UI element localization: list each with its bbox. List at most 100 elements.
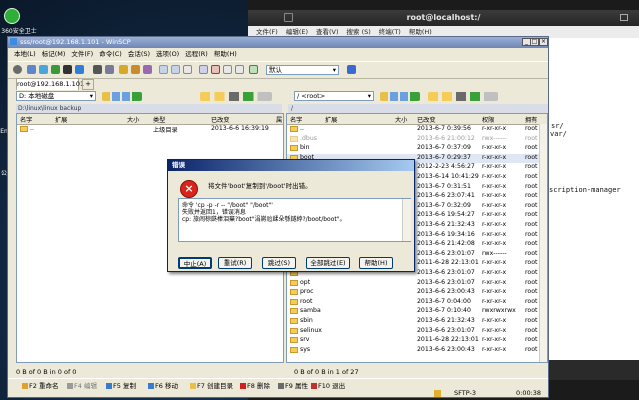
terminal-menu-file[interactable]: 文件(F)	[256, 28, 278, 36]
file-permissions: r-xr-xr-x	[482, 336, 507, 344]
edit-icon[interactable]	[143, 65, 152, 74]
panel-icon[interactable]	[27, 65, 36, 74]
terminal-menu-search[interactable]: 搜索 (S)	[347, 28, 371, 36]
menu-help[interactable]: 帮助(H)	[214, 50, 237, 58]
menu-session[interactable]: 会话(S)	[128, 50, 150, 58]
local-folder-icons[interactable]	[200, 92, 272, 101]
check-icon[interactable]	[249, 65, 258, 74]
table-row[interactable]: .. 上级目录 2013-6-6 16:39:19	[17, 125, 283, 134]
file-owner: root	[525, 307, 538, 315]
gear-icon[interactable]	[13, 65, 22, 74]
abort-button[interactable]: 中止(A)	[178, 257, 212, 269]
toolbar: 默认 ▾	[8, 61, 548, 79]
file-owner: root	[525, 269, 538, 276]
file-owner: root	[525, 134, 538, 142]
transfer-preset-select[interactable]: 默认 ▾	[266, 65, 339, 75]
folder-icon	[290, 308, 298, 315]
col-permissions[interactable]: 权限	[482, 115, 494, 124]
preset-settings-icon[interactable]	[347, 65, 356, 74]
terminal-menu-help[interactable]: 帮助(H)	[409, 28, 432, 36]
local-nav-icons[interactable]	[102, 92, 142, 101]
remote-path[interactable]: /	[288, 104, 548, 113]
table-row[interactable]: .dbus 2013-6-6 21:00:12 rwx------ root	[287, 135, 547, 144]
table-row[interactable]: root 2013-6-7 0:04:00 r-xr-xr-x root	[287, 298, 547, 307]
winscp-titlebar[interactable]: sss/root@192.168.1.101 - WinSCP _ □ ×	[8, 37, 548, 48]
menu-file[interactable]: 文件(F)	[71, 50, 93, 58]
chevron-down-icon: ▾	[89, 92, 93, 100]
file-name: selinux	[300, 326, 322, 334]
key-icon[interactable]	[131, 65, 140, 74]
menu-remote[interactable]: 远程(R)	[185, 50, 208, 58]
col-attr[interactable]: 属	[276, 115, 282, 124]
file-permissions: r-xr-xr-x	[482, 345, 507, 353]
stop-icon[interactable]	[211, 65, 220, 74]
table-row[interactable]: .. 2013-6-7 0:39:56 r-xr-xr-x root	[287, 125, 547, 134]
retry-button[interactable]: 重试(R)	[218, 257, 252, 269]
terminal-menu-terminal[interactable]: 终端(T)	[379, 28, 401, 36]
file-permissions: rwxrwxrwx	[482, 307, 516, 315]
menu-mark[interactable]: 标记(M)	[42, 50, 66, 58]
refresh-icon[interactable]	[75, 65, 84, 74]
col-size[interactable]: 大小	[395, 115, 407, 124]
col-ext[interactable]: 扩展	[55, 115, 67, 124]
file-owner: root	[525, 259, 538, 267]
skip-button[interactable]: 跳过(S)	[262, 257, 296, 269]
terminal-menu-edit[interactable]: 编辑(E)	[286, 28, 308, 36]
col-changed[interactable]: 已改变	[417, 115, 436, 124]
plus-icon[interactable]	[159, 65, 168, 74]
select-icon[interactable]	[183, 65, 192, 74]
local-path[interactable]: D:\linux\linux backup	[16, 104, 282, 113]
terminal-icon[interactable]	[63, 65, 72, 74]
folder-icon	[290, 145, 298, 152]
minus-icon[interactable]	[171, 65, 180, 74]
table-row[interactable]: opt 2013-6-6 23:01:07 r-xr-xr-x root	[287, 279, 547, 288]
menu-command[interactable]: 命令(C)	[99, 50, 122, 58]
remote-nav-icons[interactable]	[380, 92, 420, 101]
menu-options[interactable]: 选项(O)	[156, 50, 179, 58]
record-icon[interactable]	[223, 65, 232, 74]
queue-icon[interactable]	[105, 65, 114, 74]
col-owner[interactable]: 拥有	[525, 115, 537, 124]
terminal-maximize-icon[interactable]	[620, 14, 628, 21]
error-details-box[interactable]: 命令 'cp -p -r -- "/boot" "/boot"' 失败并返回1，…	[178, 198, 411, 242]
local-drive-select[interactable]: D: 本地磁盘 ▾	[16, 91, 96, 101]
app-360-icon[interactable]	[4, 8, 20, 24]
compare-icon[interactable]	[39, 65, 48, 74]
col-type[interactable]: 类型	[153, 115, 165, 124]
terminal-close-icon[interactable]	[284, 13, 293, 22]
file-permissions: r-xr-xr-x	[482, 288, 507, 296]
table-row[interactable]: selinux 2013-6-6 23:01:07 r-xr-xr-x root	[287, 327, 547, 336]
help-icon[interactable]	[235, 65, 244, 74]
transfer-icon[interactable]	[119, 65, 128, 74]
remote-path-select[interactable]: / <root> ▾	[294, 91, 374, 101]
file-permissions: r-xr-xr-x	[482, 163, 507, 171]
console-icon[interactable]	[93, 65, 102, 74]
col-size[interactable]: 大小	[127, 115, 139, 124]
menu-local[interactable]: 本地(L)	[14, 50, 36, 58]
maximize-button[interactable]: □	[530, 38, 539, 46]
col-name[interactable]: 名字	[20, 115, 32, 124]
remote-folder-icons[interactable]	[428, 92, 498, 101]
table-row[interactable]: bin 2013-6-7 0:37:09 r-xr-xr-x root	[287, 144, 547, 153]
col-ext[interactable]: 扩展	[325, 115, 337, 124]
sync-icon[interactable]	[51, 65, 60, 74]
details-scrollbar[interactable]	[402, 199, 411, 241]
table-row[interactable]: srv 2011-6-28 22:13:01 r-xr-xr-x root	[287, 336, 547, 345]
table-row[interactable]: sbin 2013-6-6 21:32:43 r-xr-xr-x root	[287, 317, 547, 326]
filter-icon[interactable]	[199, 65, 208, 74]
dialog-titlebar[interactable]: 错误	[168, 160, 414, 171]
table-row[interactable]: sys 2013-6-6 23:00:43 r-xr-xr-x root	[287, 346, 547, 355]
session-tab[interactable]: root@192.168.1.101	[16, 78, 84, 90]
table-row[interactable]: proc 2013-6-6 23:00:43 r-xr-xr-x root	[287, 288, 547, 297]
col-changed[interactable]: 已改变	[211, 115, 230, 124]
terminal-line: scription-manager	[549, 186, 621, 194]
table-row[interactable]: samba 2013-6-7 0:10:40 rwxrwxrwx root	[287, 307, 547, 316]
help-button[interactable]: 帮助(H)	[359, 257, 393, 269]
skip-all-button[interactable]: 全部跳过(E)	[306, 257, 350, 269]
remote-scrollbar[interactable]	[539, 124, 547, 362]
new-session-tab[interactable]: +	[82, 79, 94, 90]
transfer-preset-value: 默认	[269, 66, 282, 74]
terminal-menu-view[interactable]: 查看(V)	[316, 28, 339, 36]
close-button[interactable]: ×	[539, 38, 548, 46]
col-name[interactable]: 名字	[290, 115, 302, 124]
